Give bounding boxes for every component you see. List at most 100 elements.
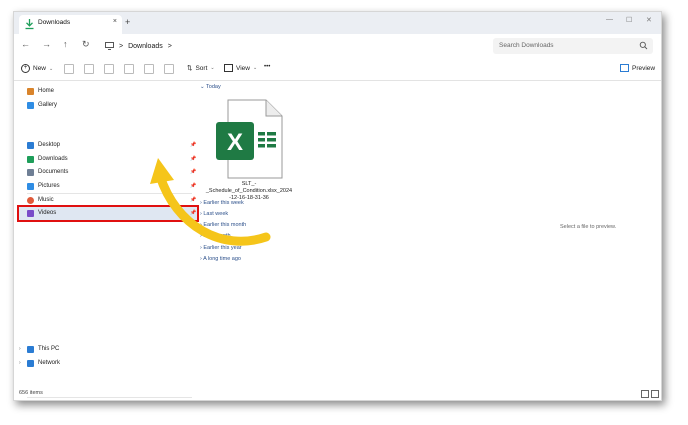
group-header-earlier-this-week[interactable]: › Earlier this week xyxy=(200,200,244,206)
pin-icon[interactable]: 📌 xyxy=(190,210,196,216)
minimize-button[interactable]: — xyxy=(606,16,613,23)
sidebar-item-label: Downloads xyxy=(38,156,68,162)
breadcrumb-separator[interactable]: > xyxy=(119,43,123,50)
close-button[interactable]: ✕ xyxy=(646,16,652,24)
pin-icon[interactable]: 📌 xyxy=(190,169,196,175)
navigation-pane: Home Gallery Desktop 📌 Downloads 📌 Docum… xyxy=(14,80,199,398)
excel-file-icon: X xyxy=(216,99,283,179)
refresh-button[interactable]: ↻ xyxy=(82,39,90,50)
item-count: 656 items xyxy=(19,390,43,396)
expand-chevron-icon[interactable]: › xyxy=(19,360,21,366)
sidebar-item-label: Documents xyxy=(38,169,69,175)
pictures-icon xyxy=(27,182,34,190)
preview-label: Preview xyxy=(632,64,656,72)
preview-message: Select a file to preview. xyxy=(560,224,617,230)
group-header-last-week[interactable]: › Last week xyxy=(200,211,228,217)
new-label: New xyxy=(33,65,47,72)
forward-button[interactable]: → xyxy=(42,39,51,49)
desktop-icon xyxy=(27,141,34,149)
sidebar-item-label: Music xyxy=(38,197,54,203)
gallery-icon xyxy=(27,101,34,109)
preview-button[interactable]: Preview xyxy=(620,64,655,72)
sidebar-item-label: This PC xyxy=(38,346,60,352)
sort-icon: ⇅ xyxy=(187,65,193,72)
sidebar-item-downloads[interactable]: Downloads xyxy=(27,153,68,165)
address-bar[interactable]: > Downloads > xyxy=(105,39,172,53)
sidebar-item-documents[interactable]: Documents xyxy=(27,166,68,178)
cut-icon[interactable] xyxy=(64,64,74,74)
share-icon[interactable] xyxy=(144,64,154,74)
file-name[interactable]: SLT_-_Schedule_of_Condition.xlsx_2024 -1… xyxy=(202,181,296,202)
sidebar-item-music[interactable]: Music xyxy=(27,194,54,206)
chevron-down-icon: ⌄ xyxy=(49,65,54,72)
sidebar-item-home[interactable]: Home xyxy=(27,85,54,97)
sidebar-item-this-pc[interactable]: This PC xyxy=(27,343,59,355)
expand-chevron-icon[interactable]: › xyxy=(19,346,21,352)
sidebar-item-label: Home xyxy=(38,88,55,94)
tiles-view-icon[interactable] xyxy=(651,390,659,398)
group-header-today[interactable]: ⌄ Today xyxy=(200,84,221,90)
command-bar: + New ⌄ ⇅ Sort ⌄ View ⌄ ••• Preview xyxy=(14,58,661,81)
excel-letter: X xyxy=(227,129,243,156)
rename-icon[interactable] xyxy=(124,64,134,74)
download-icon xyxy=(25,19,34,30)
sidebar-item-desktop[interactable]: Desktop xyxy=(27,139,60,151)
search-placeholder: Search Downloads xyxy=(499,42,554,49)
breadcrumb-chevron[interactable]: > xyxy=(168,43,172,50)
group-header-a-long-time-ago[interactable]: › A long time ago xyxy=(200,256,241,262)
details-view-icon[interactable] xyxy=(641,390,649,398)
search-icon xyxy=(639,41,648,50)
downloads-icon xyxy=(27,155,34,163)
pin-icon[interactable]: 📌 xyxy=(190,156,196,162)
more-options-button[interactable]: ••• xyxy=(264,64,270,70)
status-bar: 656 items xyxy=(14,387,661,400)
delete-icon[interactable] xyxy=(164,64,174,74)
sidebar-item-label: Pictures xyxy=(38,183,60,189)
up-button[interactable]: ↑ xyxy=(63,39,68,49)
sidebar-item-label: Desktop xyxy=(38,142,61,148)
file-explorer-window: Downloads × + — ☐ ✕ ← → ↑ ↻ > Downloads … xyxy=(13,11,662,401)
copy-icon[interactable] xyxy=(84,64,94,74)
group-header-earlier-this-month[interactable]: › Earlier this month xyxy=(200,222,246,228)
sidebar-item-network[interactable]: Network xyxy=(27,357,60,369)
back-button[interactable]: ← xyxy=(21,39,30,49)
breadcrumb-downloads[interactable]: Downloads xyxy=(128,43,163,50)
pin-icon[interactable]: 📌 xyxy=(190,142,196,148)
this-pc-icon xyxy=(27,345,34,353)
home-icon xyxy=(27,87,34,95)
videos-icon xyxy=(27,209,34,217)
new-tab-button[interactable]: + xyxy=(125,17,130,27)
sidebar-item-label: Network xyxy=(38,360,61,366)
view-icon xyxy=(224,64,233,72)
tab-label: Downloads xyxy=(38,19,71,26)
documents-icon xyxy=(27,168,34,176)
group-header-earlier-this-year[interactable]: › Earlier this year xyxy=(200,245,242,251)
sidebar-item-gallery[interactable]: Gallery xyxy=(27,99,57,111)
sidebar-item-videos[interactable]: Videos xyxy=(27,207,56,219)
view-button[interactable]: View ⌄ xyxy=(224,64,257,72)
music-icon xyxy=(27,196,34,204)
monitor-icon xyxy=(105,42,114,50)
preview-pane-icon xyxy=(620,64,629,72)
chevron-down-icon: ⌄ xyxy=(252,65,258,71)
sort-button[interactable]: ⇅ Sort ⌄ xyxy=(187,64,215,73)
plus-circle-icon: + xyxy=(21,64,30,73)
chevron-down-icon: ⌄ xyxy=(210,65,215,71)
title-bar: Downloads × + — ☐ ✕ xyxy=(14,12,661,34)
network-icon xyxy=(27,359,34,367)
paste-icon[interactable] xyxy=(104,64,114,74)
pin-icon[interactable]: 📌 xyxy=(190,183,196,189)
sidebar-item-label: Videos xyxy=(38,210,57,216)
pin-icon[interactable]: 📌 xyxy=(190,197,196,203)
sidebar-item-pictures[interactable]: Pictures xyxy=(27,180,60,192)
maximize-button[interactable]: ☐ xyxy=(626,16,632,24)
search-input[interactable]: Search Downloads xyxy=(493,38,653,54)
file-list: ⌄ Today X SLT_-_Schedule_of_Condition.xl… xyxy=(198,80,543,387)
group-header-last-month[interactable]: › Last month xyxy=(200,233,231,239)
sidebar-item-label: Gallery xyxy=(38,102,58,108)
tab-close-icon[interactable]: × xyxy=(113,18,117,25)
address-bar-row: ← → ↑ ↻ > Downloads > Search Downloads xyxy=(14,34,661,58)
view-label: View xyxy=(236,64,250,72)
tab-downloads[interactable]: Downloads × xyxy=(19,15,122,34)
new-button[interactable]: + New ⌄ xyxy=(21,64,53,73)
